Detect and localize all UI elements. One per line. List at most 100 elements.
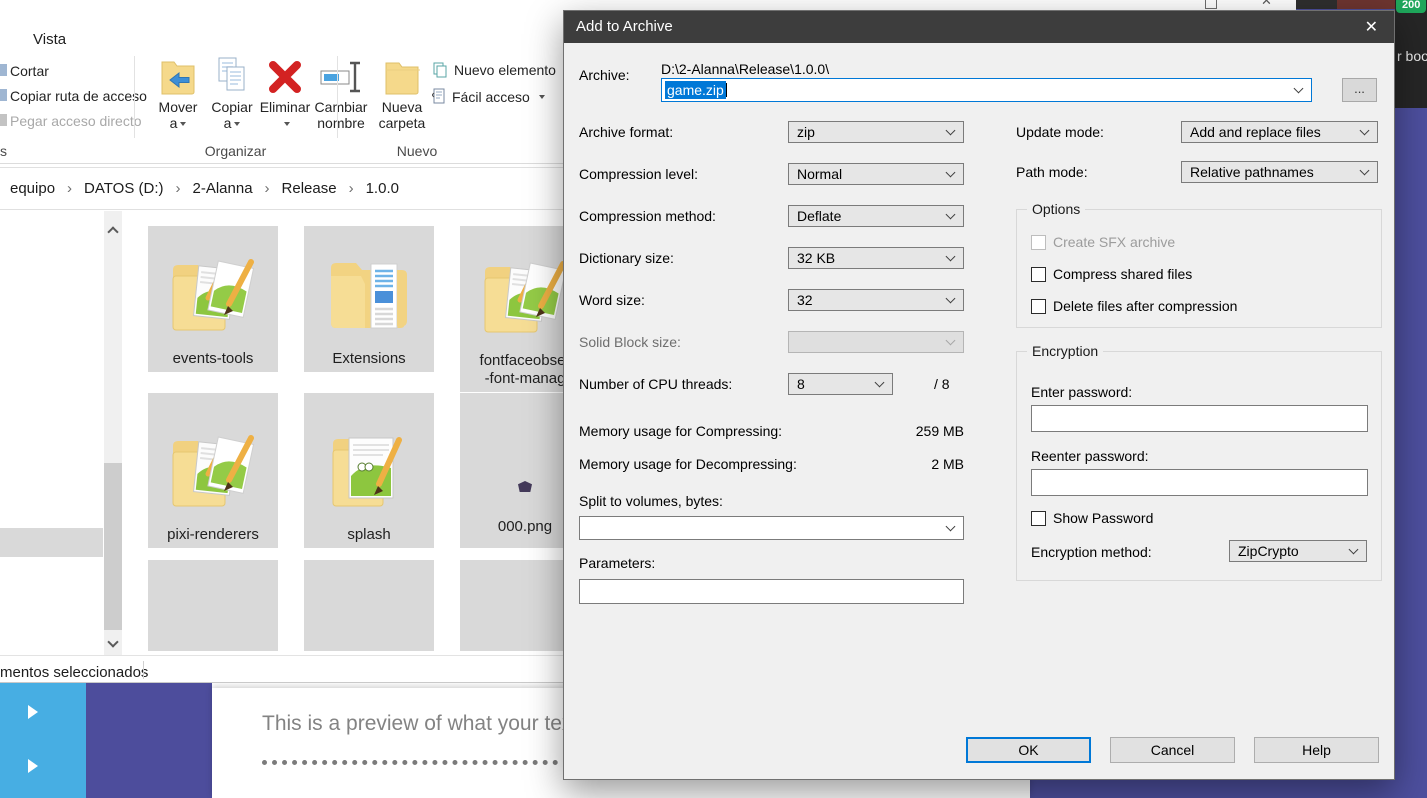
compression-method-label: Compression method: (579, 208, 716, 224)
easy-access-icon (432, 88, 446, 105)
path-mode-combobox[interactable]: Relative pathnames (1181, 161, 1378, 183)
split-volumes-combobox[interactable] (579, 516, 964, 540)
reenter-password-input[interactable] (1031, 469, 1368, 496)
folder-icon (163, 248, 263, 348)
close-icon[interactable]: ✕ (1260, 0, 1276, 9)
file-name: -font-manag (485, 370, 566, 388)
cpu-threads-combobox[interactable]: 8 (788, 373, 893, 395)
new-folder-icon (384, 56, 420, 96)
add-to-archive-dialog: Add to Archive ✕ Archive: D:\2-Alanna\Re… (563, 10, 1395, 780)
breadcrumb-item[interactable]: 2-Alanna (185, 180, 261, 197)
dialog-title-bar[interactable]: Add to Archive ✕ (564, 11, 1394, 43)
dropdown-arrow-icon (284, 122, 290, 126)
archive-name-selected-text: game.zip (665, 81, 726, 99)
file-tile[interactable]: Extensions (304, 226, 434, 372)
dialog-title: Add to Archive (576, 18, 673, 35)
chevron-down-icon (946, 336, 956, 346)
show-password-checkbox-row[interactable]: Show Password (1031, 510, 1153, 526)
file-tile[interactable] (148, 560, 278, 651)
image-file-icon (518, 481, 532, 492)
background-purple-block (86, 683, 212, 798)
chevron-down-icon[interactable] (1294, 84, 1304, 94)
new-item-icon (432, 62, 448, 78)
play-icon[interactable] (28, 705, 38, 719)
checkbox-icon[interactable] (1031, 267, 1046, 282)
background-maroon-block (1337, 0, 1397, 9)
dictionary-size-label: Dictionary size: (579, 250, 674, 266)
nav-pane-selected-item[interactable] (0, 528, 103, 557)
dropdown-arrow-icon (180, 122, 186, 126)
compression-level-combobox[interactable]: Normal (788, 163, 964, 185)
folder-icon (475, 250, 575, 350)
checkbox-icon[interactable] (1031, 511, 1046, 526)
help-button[interactable]: Help (1254, 737, 1379, 763)
delete-icon (266, 58, 304, 96)
file-tile[interactable]: events-tools (148, 226, 278, 372)
file-name: fontfaceobser (480, 352, 571, 370)
delete-after-checkbox-row[interactable]: Delete files after compression (1031, 298, 1237, 314)
cancel-button[interactable]: Cancel (1110, 737, 1235, 763)
chevron-right-icon: › (345, 180, 358, 197)
chevron-down-icon (946, 126, 956, 136)
breadcrumb-item[interactable]: DATOS (D:) (76, 180, 171, 197)
archive-format-combobox[interactable]: zip (788, 121, 964, 143)
checkbox-icon[interactable] (1031, 299, 1046, 314)
browse-button[interactable]: ... (1342, 78, 1377, 102)
chevron-down-icon (875, 378, 885, 388)
archive-path: D:\2-Alanna\Release\1.0.0\ (661, 61, 829, 77)
ok-button[interactable]: OK (966, 737, 1091, 763)
status-selected-text: mentos seleccionados (0, 664, 148, 681)
menu-item-pegar-acceso: Pegar acceso directo (10, 113, 142, 129)
menu-item-copiar-ruta[interactable]: Copiar ruta de acceso (10, 88, 147, 104)
memory-decompressing-value: 2 MB (864, 456, 964, 472)
copy-to-button[interactable]: Copiar a (206, 56, 258, 131)
play-icon[interactable] (28, 759, 38, 773)
ribbon-divider (134, 56, 135, 138)
scrollbar-thumb[interactable] (104, 463, 122, 630)
new-item-button[interactable]: Nuevo elemento (432, 62, 571, 78)
tab-vista[interactable]: Vista (33, 31, 66, 48)
word-size-combobox[interactable]: 32 (788, 289, 964, 311)
memory-decompressing-label: Memory usage for Decompressing: (579, 456, 797, 472)
archive-name-combobox[interactable]: game.zip (661, 78, 1312, 102)
options-group: Options Create SFX archive Compress shar… (1016, 209, 1382, 328)
preview-text: This is a preview of what your text (262, 712, 578, 736)
compress-shared-checkbox-row[interactable]: Compress shared files (1031, 266, 1192, 282)
folder-icon (163, 424, 263, 524)
breadcrumb-item[interactable]: Release (274, 180, 345, 197)
file-name: events-tools (173, 350, 254, 368)
chevron-right-icon: › (172, 180, 185, 197)
chevron-down-icon (1349, 545, 1359, 555)
file-tile[interactable]: pixi-renderers (148, 393, 278, 548)
chevron-down-icon (946, 210, 956, 220)
delete-button[interactable]: Eliminar (258, 58, 312, 131)
checkbox-icon (1031, 235, 1046, 250)
compression-level-label: Compression level: (579, 166, 698, 182)
group-label-clipboard-partial: s (0, 143, 20, 159)
parameters-input[interactable] (579, 579, 964, 604)
cpu-threads-max: / 8 (934, 376, 950, 392)
screen: r boo 200 This is a preview of what your… (0, 0, 1427, 798)
easy-access-button[interactable]: Fácil acceso (432, 88, 545, 105)
compression-method-combobox[interactable]: Deflate (788, 205, 964, 227)
update-mode-combobox[interactable]: Add and replace files (1181, 121, 1378, 143)
solid-block-size-combobox (788, 331, 964, 353)
background-blue-window (0, 683, 86, 798)
menu-item-cortar[interactable]: Cortar (10, 63, 49, 79)
dictionary-size-combobox[interactable]: 32 KB (788, 247, 964, 269)
chevron-right-icon: › (63, 180, 76, 197)
reenter-password-label: Reenter password: (1031, 448, 1149, 464)
encryption-legend: Encryption (1027, 343, 1103, 359)
encryption-method-combobox[interactable]: ZipCrypto (1229, 540, 1367, 562)
rename-button[interactable]: Cambiar nombre (312, 58, 370, 131)
breadcrumb-item[interactable]: equipo (2, 180, 63, 197)
new-folder-button[interactable]: Nueva carpeta (372, 56, 432, 131)
restore-icon[interactable] (1205, 0, 1217, 9)
breadcrumb-item[interactable]: 1.0.0 (358, 180, 407, 197)
file-tile[interactable]: splash (304, 393, 434, 548)
group-label-organizar: Organizar (134, 143, 337, 159)
close-icon[interactable]: ✕ (1365, 17, 1378, 37)
file-tile[interactable] (304, 560, 434, 651)
enter-password-input[interactable] (1031, 405, 1368, 432)
move-to-button[interactable]: Mover a (150, 56, 206, 131)
